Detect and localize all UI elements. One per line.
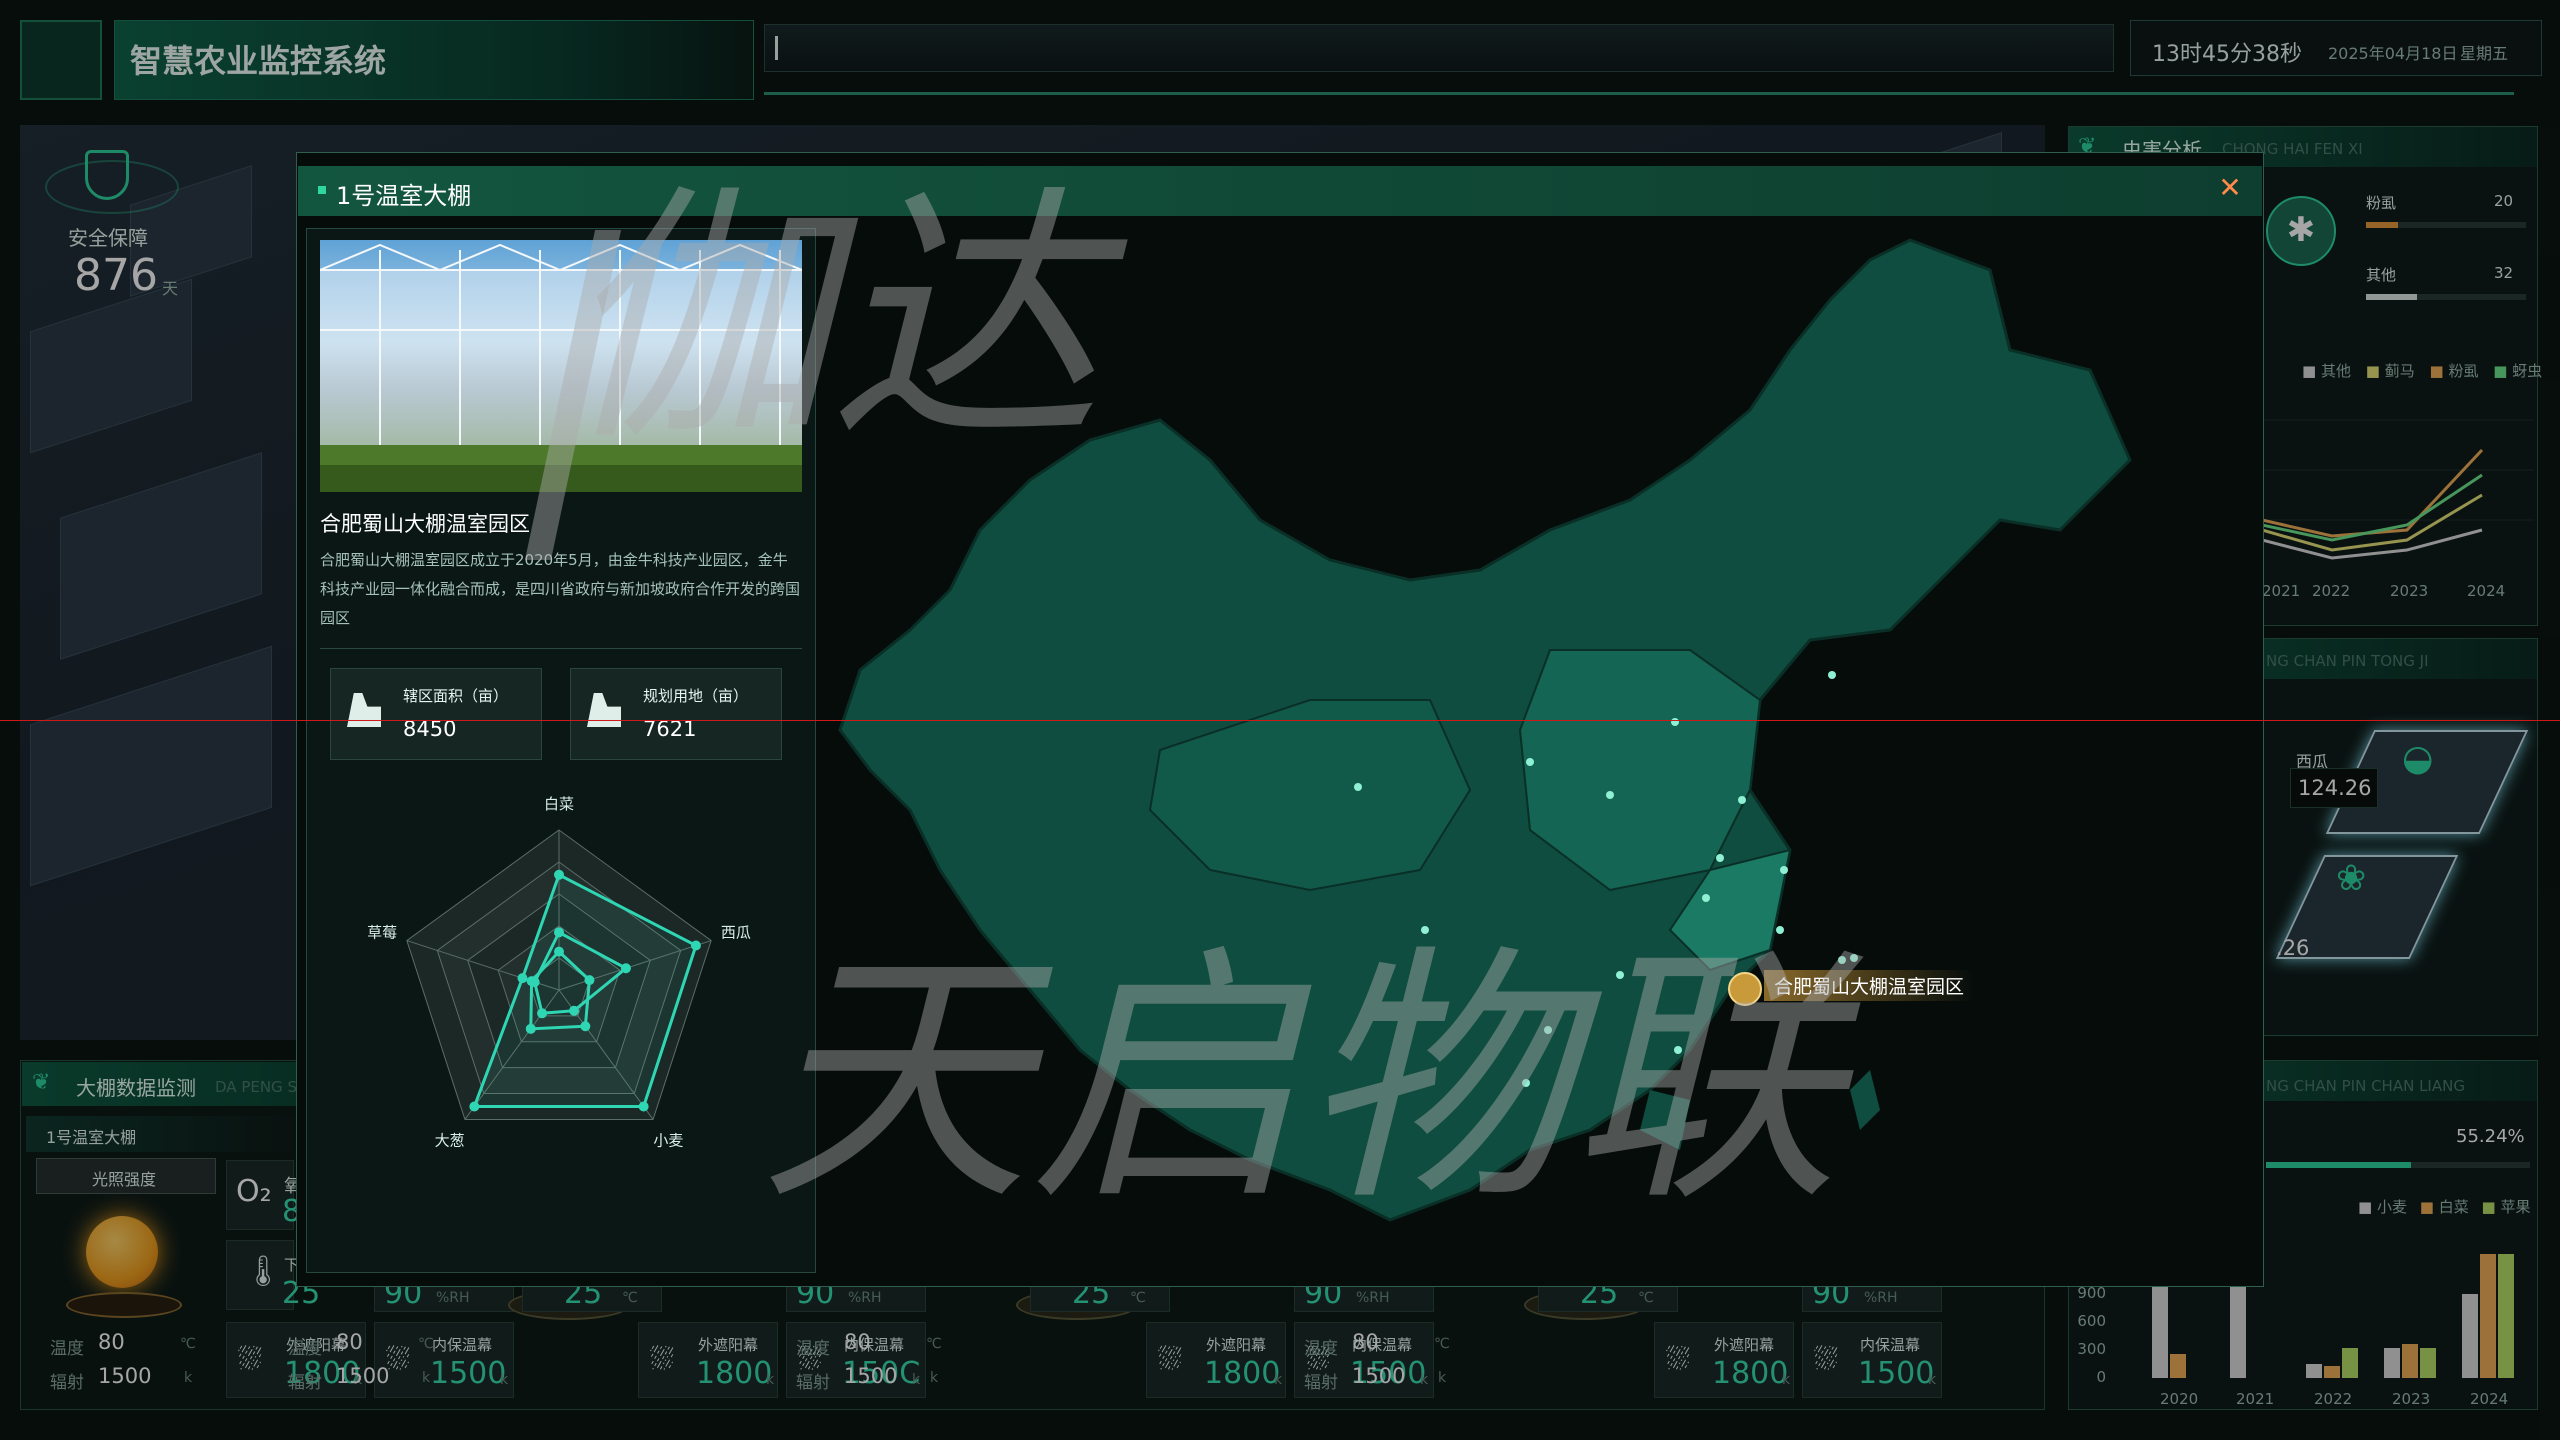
- radar-point[interactable]: [554, 946, 564, 957]
- stat-label: 规划用地（亩）: [643, 687, 749, 705]
- watermark-bottom: 天启物联: [760, 922, 1840, 1237]
- radar-point[interactable]: [584, 975, 595, 986]
- radar-point[interactable]: [690, 940, 701, 951]
- radar-point[interactable]: [469, 1101, 480, 1112]
- red-guide-line: [0, 720, 2560, 721]
- radar-axis-label: 小麦: [653, 1131, 683, 1149]
- radar-point[interactable]: [554, 927, 564, 938]
- radar-point[interactable]: [526, 976, 537, 987]
- land-icon: [587, 693, 621, 727]
- stat-card-area: 辖区面积（亩） 8450: [330, 668, 542, 760]
- stat-card-planning: 规划用地（亩） 7621: [570, 668, 782, 760]
- radar-axis-label: 白菜: [544, 795, 574, 813]
- radar-point[interactable]: [554, 869, 564, 880]
- park-name: 合肥蜀山大棚温室园区: [320, 512, 530, 536]
- modal-title: 1号温室大棚: [336, 182, 472, 210]
- stat-label: 辖区面积（亩）: [403, 687, 509, 705]
- card-divider: [320, 648, 802, 649]
- radar-axis-label: 西瓜: [721, 924, 751, 942]
- radar-point[interactable]: [517, 973, 528, 984]
- radar-axis-label: 大葱: [435, 1131, 465, 1149]
- radar-axis-label: 草莓: [367, 924, 397, 942]
- radar-point[interactable]: [580, 1021, 591, 1032]
- radar-point[interactable]: [525, 1023, 536, 1034]
- radar-point[interactable]: [569, 1005, 580, 1016]
- radar-point[interactable]: [620, 963, 631, 974]
- area-icon: [347, 693, 381, 727]
- radar-point[interactable]: [537, 1008, 548, 1019]
- crop-radar-chart: 白菜西瓜小麦 大葱 草莓: [367, 795, 751, 1149]
- radar-point[interactable]: [638, 1101, 649, 1112]
- close-icon[interactable]: ✕: [2212, 170, 2248, 206]
- modal-title-marker: [318, 186, 326, 194]
